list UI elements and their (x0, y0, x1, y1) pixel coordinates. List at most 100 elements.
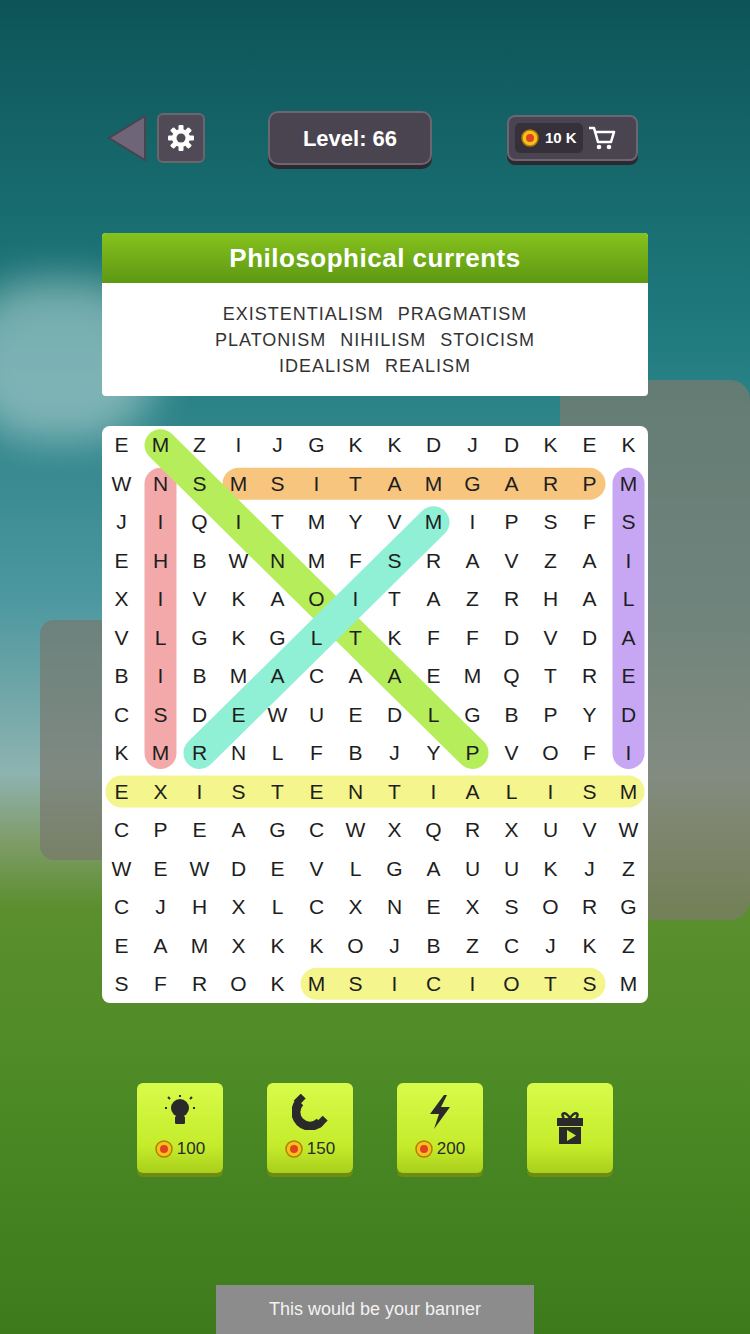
letter-cell[interactable]: G (453, 695, 492, 733)
letter-cell[interactable]: V (492, 541, 531, 579)
letter-cell[interactable]: C (492, 926, 531, 964)
letter-cell[interactable]: K (219, 618, 258, 656)
letter-cell[interactable]: L (297, 618, 336, 656)
letter-cell[interactable]: M (219, 657, 258, 695)
letter-cell[interactable]: Q (492, 657, 531, 695)
letter-cell[interactable]: Z (453, 926, 492, 964)
letter-cell[interactable]: A (336, 657, 375, 695)
letter-cell[interactable]: F (336, 541, 375, 579)
letter-cell[interactable]: E (297, 772, 336, 810)
letter-cell[interactable]: M (609, 464, 648, 502)
letter-cell[interactable]: C (297, 811, 336, 849)
letter-cell[interactable]: B (336, 734, 375, 772)
letter-cell[interactable]: A (219, 811, 258, 849)
letter-cell[interactable]: M (297, 503, 336, 541)
letter-cell[interactable]: V (297, 849, 336, 887)
letter-cell[interactable]: T (336, 464, 375, 502)
letter-cell[interactable]: E (570, 426, 609, 464)
letter-cells[interactable]: EMZIJGKKDJDKEKWNSMSITAMGARPMJIQITMYVMIPS… (102, 426, 648, 1003)
letter-cell[interactable]: Y (336, 503, 375, 541)
letter-cell[interactable]: R (531, 464, 570, 502)
letter-cell[interactable]: M (141, 734, 180, 772)
letter-cell[interactable]: K (375, 618, 414, 656)
letter-cell[interactable]: I (609, 734, 648, 772)
letter-cell[interactable]: V (570, 811, 609, 849)
letter-cell[interactable]: K (531, 426, 570, 464)
letter-cell[interactable]: S (570, 772, 609, 810)
letter-cell[interactable]: K (258, 926, 297, 964)
letter-cell[interactable]: W (219, 541, 258, 579)
letter-cell[interactable]: L (414, 695, 453, 733)
letter-cell[interactable]: G (609, 888, 648, 926)
letter-cell[interactable]: A (453, 541, 492, 579)
letter-cell[interactable]: S (258, 464, 297, 502)
letter-cell[interactable]: A (375, 657, 414, 695)
letter-cell[interactable]: U (492, 849, 531, 887)
letter-cell[interactable]: O (531, 734, 570, 772)
letter-cell[interactable]: L (336, 849, 375, 887)
letter-cell[interactable]: V (492, 734, 531, 772)
letter-cell[interactable]: N (336, 772, 375, 810)
letter-cell[interactable]: A (258, 580, 297, 618)
letter-cell[interactable]: L (258, 888, 297, 926)
letter-cell[interactable]: C (297, 657, 336, 695)
letter-cell[interactable]: M (219, 464, 258, 502)
letter-cell[interactable]: I (180, 772, 219, 810)
letter-cell[interactable]: A (414, 849, 453, 887)
letter-cell[interactable]: O (297, 580, 336, 618)
letter-cell[interactable]: U (297, 695, 336, 733)
letter-cell[interactable]: S (180, 464, 219, 502)
coin-shop-button[interactable]: 10 K (507, 115, 638, 161)
letter-cell[interactable]: F (570, 734, 609, 772)
letter-cell[interactable]: V (102, 618, 141, 656)
letter-cell[interactable]: S (141, 695, 180, 733)
letter-cell[interactable]: A (609, 618, 648, 656)
letter-cell[interactable]: N (141, 464, 180, 502)
letter-cell[interactable]: N (258, 541, 297, 579)
letter-cell[interactable]: K (297, 926, 336, 964)
letter-cell[interactable]: P (453, 734, 492, 772)
letter-cell[interactable]: S (531, 503, 570, 541)
letter-cell[interactable]: A (453, 772, 492, 810)
letter-cell[interactable]: P (492, 503, 531, 541)
letter-cell[interactable]: X (492, 811, 531, 849)
letter-cell[interactable]: X (219, 888, 258, 926)
letter-cell[interactable]: J (141, 888, 180, 926)
letter-cell[interactable]: D (570, 618, 609, 656)
letter-cell[interactable]: V (180, 580, 219, 618)
letter-cell[interactable]: U (531, 811, 570, 849)
letter-cell[interactable]: J (375, 926, 414, 964)
letter-cell[interactable]: I (336, 580, 375, 618)
letter-cell[interactable]: A (570, 580, 609, 618)
letter-cell[interactable]: B (414, 926, 453, 964)
letter-cell[interactable]: R (570, 888, 609, 926)
letter-cell[interactable]: N (375, 888, 414, 926)
letter-cell[interactable]: I (609, 541, 648, 579)
letter-cell[interactable]: Z (180, 426, 219, 464)
letter-cell[interactable]: K (375, 426, 414, 464)
letter-cell[interactable]: H (531, 580, 570, 618)
hint-powerup-button[interactable]: 100 (137, 1083, 223, 1173)
letter-cell[interactable]: F (414, 618, 453, 656)
letter-cell[interactable]: X (375, 811, 414, 849)
letter-cell[interactable]: M (297, 541, 336, 579)
letter-cell[interactable]: X (453, 888, 492, 926)
letter-cell[interactable]: Q (180, 503, 219, 541)
letter-cell[interactable]: F (570, 503, 609, 541)
letter-cell[interactable]: Y (570, 695, 609, 733)
letter-cell[interactable]: U (453, 849, 492, 887)
letter-cell[interactable]: W (102, 849, 141, 887)
letter-cell[interactable]: E (102, 426, 141, 464)
letter-cell[interactable]: T (531, 965, 570, 1003)
letter-cell[interactable]: S (570, 965, 609, 1003)
letter-cell[interactable]: B (492, 695, 531, 733)
letter-cell[interactable]: M (609, 965, 648, 1003)
letter-cell[interactable]: Z (609, 926, 648, 964)
letter-cell[interactable]: J (258, 426, 297, 464)
letter-cell[interactable]: A (258, 657, 297, 695)
letter-cell[interactable]: D (609, 695, 648, 733)
letter-cell[interactable]: L (258, 734, 297, 772)
letter-cell[interactable]: D (414, 426, 453, 464)
letter-cell[interactable]: M (453, 657, 492, 695)
letter-cell[interactable]: X (219, 926, 258, 964)
